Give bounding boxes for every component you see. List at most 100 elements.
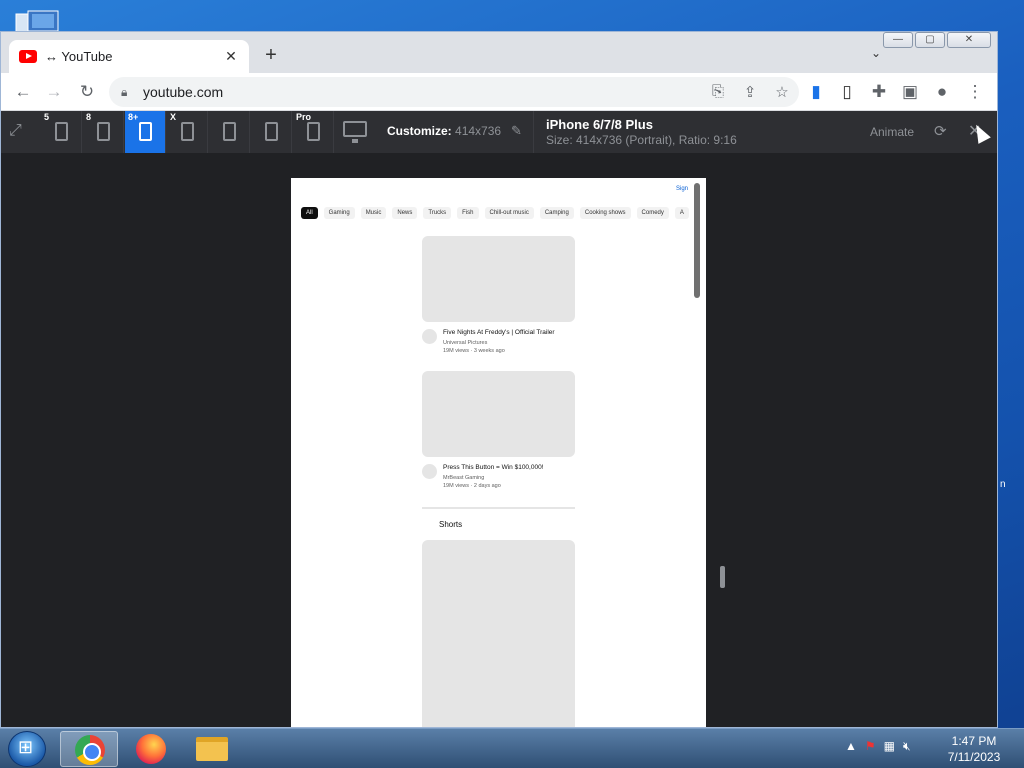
device-ipad-pro[interactable]: Pro (293, 111, 334, 153)
action-center-flag-icon[interactable]: ⚑ (865, 739, 876, 754)
system-clock[interactable]: 1:47 PM 7/11/2023 (934, 733, 1014, 765)
video-meta: Five Nights At Freddy's | Official Trail… (422, 327, 575, 357)
category-chip[interactable]: Fish (457, 207, 479, 219)
phone-icon (139, 122, 152, 141)
device-iphone-8-plus[interactable]: 8+ (125, 111, 166, 153)
channel-name[interactable]: MrBeast Gaming (443, 475, 484, 481)
show-hidden-icons-arrow[interactable]: ▲ (845, 739, 857, 754)
customize-label: Customize: (387, 124, 452, 138)
omnibox-actions: ⎘ ⇪ ☆ (709, 83, 791, 101)
url-text: youtube.com (143, 84, 224, 100)
category-chip[interactable]: Comedy (636, 207, 669, 219)
category-chip[interactable]: Gaming (323, 207, 355, 219)
device-phone-5[interactable] (209, 111, 250, 153)
window-close-button[interactable]: ✕ (947, 32, 991, 48)
rotate-icon[interactable]: ⟳ (934, 122, 947, 140)
channel-avatar[interactable] (422, 329, 437, 344)
device-tablet[interactable] (251, 111, 292, 153)
category-chip[interactable]: Music (360, 207, 387, 219)
profile-avatar-icon[interactable]: ● (932, 82, 952, 102)
back-arrow-icon[interactable]: ← (13, 82, 33, 102)
category-chips: All Gaming Music News Trucks Fish Chill-out mu… (301, 207, 689, 219)
device-size-info: Size: 414x736 (Portrait), Ratio: 9:16 (546, 133, 737, 147)
phone-icon (97, 122, 110, 141)
device-badge: 5 (44, 112, 50, 122)
system-tray: ▲ ⚑ ▦ 🔇︎ (845, 739, 911, 754)
address-bar[interactable]: 🔒︎ youtube.com ⎘ ⇪ ☆ (109, 77, 799, 107)
forward-arrow-icon[interactable]: → (44, 82, 64, 102)
network-icon[interactable]: ▦ (884, 739, 895, 754)
install-app-icon[interactable]: ⎘ (709, 83, 727, 101)
edge-glyph: n (1000, 479, 1006, 490)
responsive-viewer-extension-icon[interactable]: ▮ (806, 82, 826, 102)
video-title[interactable]: Five Nights At Freddy's | Official Trail… (443, 329, 555, 336)
extension-icon[interactable]: ▯ (837, 82, 857, 102)
taskbar-firefox[interactable] (122, 731, 180, 767)
section-divider (422, 507, 575, 509)
scrollbar-thumb[interactable] (694, 183, 700, 298)
video-title[interactable]: Press This Button = Win $100,000! (443, 464, 544, 471)
new-tab-button[interactable]: + (260, 44, 282, 66)
lock-icon: 🔒︎ (121, 84, 128, 99)
video-thumbnail[interactable] (422, 371, 575, 457)
video-stats: 19M views · 2 days ago (443, 483, 501, 489)
phone-icon (55, 122, 68, 141)
toolbar-divider (533, 111, 534, 153)
video-thumbnail[interactable] (422, 236, 575, 322)
video-card[interactable]: Five Nights At Freddy's | Official Trail… (422, 236, 575, 357)
tab-close-icon[interactable]: ✕ (223, 48, 239, 65)
sign-in-link[interactable]: Sign (676, 186, 688, 192)
channel-name[interactable]: Universal Pictures (443, 340, 487, 346)
tablet-icon (307, 122, 320, 141)
short-thumbnail[interactable] (422, 540, 575, 727)
device-iphone-x[interactable]: X (167, 111, 208, 153)
taskbar-chrome[interactable] (60, 731, 118, 767)
reload-icon[interactable]: ↻ (77, 82, 97, 102)
category-chip[interactable]: Chill-out music (484, 207, 534, 219)
clock-date: 7/11/2023 (947, 750, 1001, 764)
phone-icon (223, 122, 236, 141)
taskbar-file-explorer[interactable] (184, 731, 242, 767)
bookmark-star-icon[interactable]: ☆ (773, 83, 791, 101)
device-badge: 8 (86, 112, 92, 122)
category-chip[interactable]: Cooking shows (579, 207, 631, 219)
video-card[interactable]: Press This Button = Win $100,000! MrBeas… (422, 371, 575, 492)
device-badge: 8+ (128, 112, 139, 122)
device-iphone-5[interactable]: 5 (41, 111, 82, 153)
expand-icon[interactable]: ⤢ (9, 122, 22, 140)
start-button[interactable] (8, 731, 46, 767)
tab-search-chevron-icon[interactable]: ⌄ (871, 46, 881, 60)
channel-avatar[interactable] (422, 464, 437, 479)
menu-kebab-icon[interactable]: ⋮ (965, 82, 985, 102)
category-chip[interactable]: All (301, 207, 318, 219)
category-chip[interactable]: Trucks (423, 207, 452, 219)
minimize-button[interactable]: — (883, 32, 913, 48)
device-iphone-8[interactable]: 8 (83, 111, 124, 153)
category-chip[interactable]: Camping (539, 207, 574, 219)
side-panel-icon[interactable]: ▣ (900, 82, 920, 102)
folder-icon (196, 737, 228, 761)
customize-size[interactable]: Customize: 414x736 (387, 124, 501, 138)
volume-muted-icon[interactable]: 🔇︎ (903, 739, 911, 754)
edit-pencil-icon[interactable]: ✎ (511, 123, 522, 139)
extensions-puzzle-icon[interactable]: ✚ (869, 82, 889, 102)
tab-strip: ↔ YouTube ✕ + ⌄ — ▢ ✕ (1, 32, 997, 73)
video-meta: Press This Button = Win $100,000! MrBeas… (422, 462, 575, 492)
tab-youtube[interactable]: ↔ YouTube ✕ (9, 40, 249, 73)
browser-toolbar: ← → ↻ 🔒︎ youtube.com ⎘ ⇪ ☆ ▮ ▯ ✚ ▣ ● ⋮ (1, 73, 997, 111)
desktop-monitor-icon[interactable] (343, 121, 367, 143)
share-icon[interactable]: ⇪ (741, 83, 759, 101)
youtube-favicon-icon (19, 50, 37, 63)
tab-title: ↔ YouTube (45, 49, 113, 64)
maximize-button[interactable]: ▢ (915, 32, 945, 48)
shorts-heading: Shorts (439, 520, 463, 529)
resize-handle[interactable] (720, 566, 725, 588)
category-chip[interactable]: News (392, 207, 418, 219)
animate-toggle[interactable]: Animate (870, 125, 914, 139)
browser-window: ↔ YouTube ✕ + ⌄ — ▢ ✕ ← → ↻ 🔒︎ youtube.c… (0, 31, 998, 728)
clock-time: 1:47 PM (951, 734, 997, 748)
tablet-icon (265, 122, 278, 141)
taskbar: ▲ ⚑ ▦ 🔇︎ 1:47 PM 7/11/2023 (0, 728, 1024, 768)
device-preview-stage: Sign All Gaming Music News Trucks Fish Chill-o… (1, 153, 997, 727)
category-chip[interactable]: A (674, 207, 689, 219)
